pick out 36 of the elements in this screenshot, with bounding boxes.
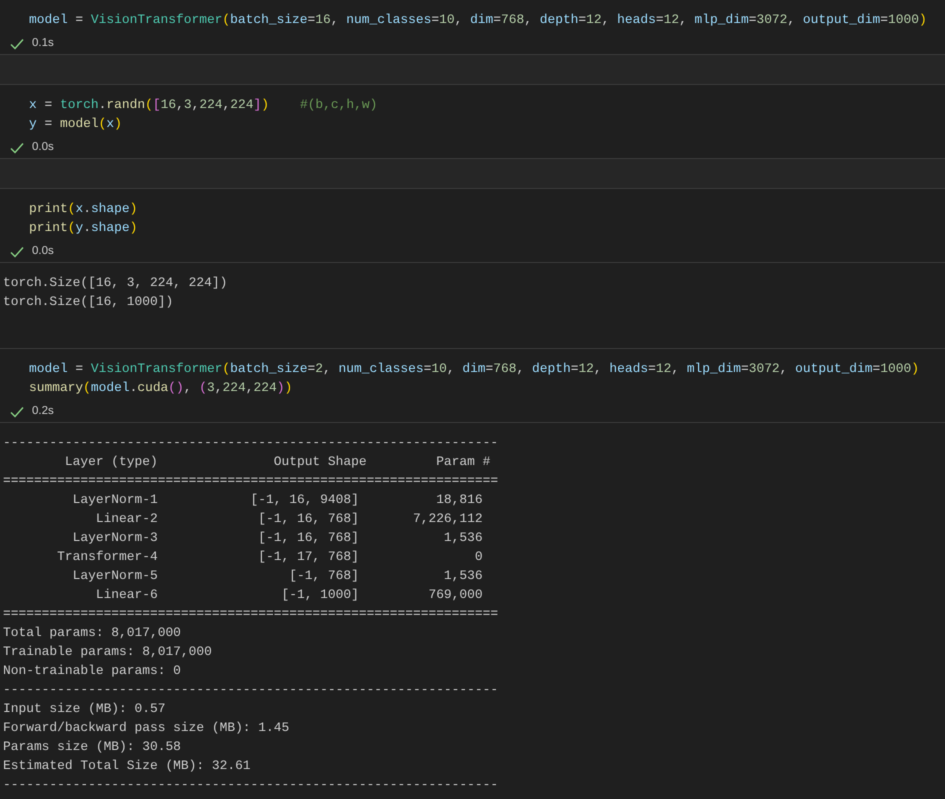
output-line: Params size (MB): 30.58 <box>3 738 181 756</box>
check-icon <box>10 406 24 418</box>
output-line: Input size (MB): 0.57 <box>3 700 166 718</box>
code-line: print(x.shape) <box>29 200 138 218</box>
output-line: ================================================================ <box>3 472 498 490</box>
output-line: LayerNorm-5 [-1, 768] 1,536 <box>72 567 483 585</box>
output-line: Linear-2 [-1, 16, 768] 7,226,112 <box>94 510 483 528</box>
output-line: torch.Size([16, 3, 224, 224]) <box>3 274 228 292</box>
output-line: LayerNorm-3 [-1, 16, 768] 1,536 <box>72 529 483 547</box>
check-icon <box>10 246 24 258</box>
output-line: Trainable params: 8,017,000 <box>3 643 212 661</box>
code-line: y = model(x) <box>29 115 122 133</box>
output-line: Layer (type) Output Shape Param # <box>64 453 490 471</box>
output-line: ---------------------------------------------------------------- <box>3 776 498 794</box>
output-line: LayerNorm-1 [-1, 16, 9408] 18,816 <box>72 491 483 509</box>
output-line: Estimated Total Size (MB): 32.61 <box>3 757 251 775</box>
output-line: Forward/backward pass size (MB): 1.45 <box>3 719 290 737</box>
code-line: x = torch.randn([16,3,224,224]) #(b,c,h,w) <box>29 96 378 114</box>
execution-time: 0.2s <box>32 404 54 420</box>
output-line: Total params: 8,017,000 <box>3 624 181 642</box>
output-line: ---------------------------------------------------------------- <box>3 681 498 699</box>
code-line: model = VisionTransformer(batch_size=2, num_classes=10, dim=768, depth=12, heads=12, mlp_dim=3072, output_dim=1000) <box>29 360 919 378</box>
execution-time: 0.1s <box>32 36 54 52</box>
check-icon <box>10 142 24 154</box>
execution-time: 0.0s <box>32 140 54 156</box>
output-line: Linear-6 [-1, 1000] 769,000 <box>94 586 483 604</box>
execution-time: 0.0s <box>32 244 54 260</box>
code-line: model = VisionTransformer(batch_size=16, num_classes=10, dim=768, depth=12, heads=12, mlp_dim=3072, output_dim=1000) <box>29 11 927 29</box>
output-line: torch.Size([16, 1000]) <box>3 293 174 311</box>
output-line: Non-trainable params: 0 <box>3 662 181 680</box>
output-line: ---------------------------------------------------------------- <box>3 434 498 452</box>
code-line: print(y.shape) <box>29 219 138 237</box>
output-line: ================================================================ <box>3 605 498 623</box>
output-line: Transformer-4 [-1, 17, 768] 0 <box>56 548 483 566</box>
check-icon <box>10 38 24 50</box>
code-line: summary(model.cuda(), (3,224,224)) <box>29 379 292 397</box>
